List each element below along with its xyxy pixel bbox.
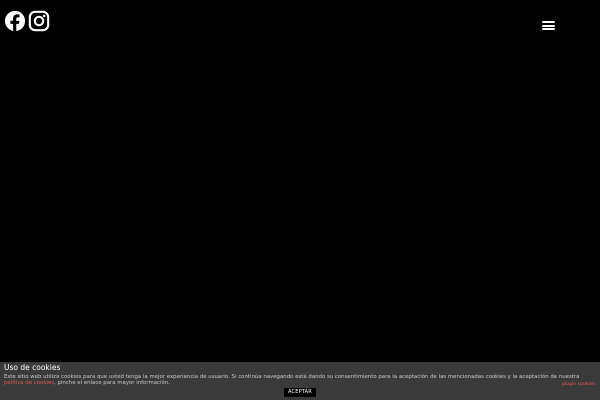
- instagram-icon: [28, 10, 50, 32]
- plugin-cookies-link[interactable]: plugin cookies: [562, 382, 595, 387]
- menu-bar: [542, 21, 555, 23]
- instagram-link[interactable]: [28, 10, 50, 32]
- menu-bar: [542, 28, 555, 30]
- social-links: [4, 10, 50, 32]
- menu-toggle-button[interactable]: [540, 18, 556, 32]
- facebook-link[interactable]: [4, 10, 26, 32]
- page: Uso de cookies Este sitio web utiliza co…: [0, 0, 600, 400]
- cookie-notice-text: Este sitio web utiliza cookies para que …: [4, 374, 584, 386]
- cookie-policy-link[interactable]: política de cookies: [4, 380, 54, 386]
- menu-bar: [542, 24, 555, 27]
- facebook-icon: [4, 10, 26, 32]
- cookie-notice-title: Uso de cookies: [4, 363, 61, 372]
- hamburger-menu-icon: [542, 21, 555, 30]
- accept-cookies-button[interactable]: ACEPTAR: [284, 388, 316, 397]
- cookie-notice-text-end: , pinche el enlace para mayor informació…: [54, 380, 170, 387]
